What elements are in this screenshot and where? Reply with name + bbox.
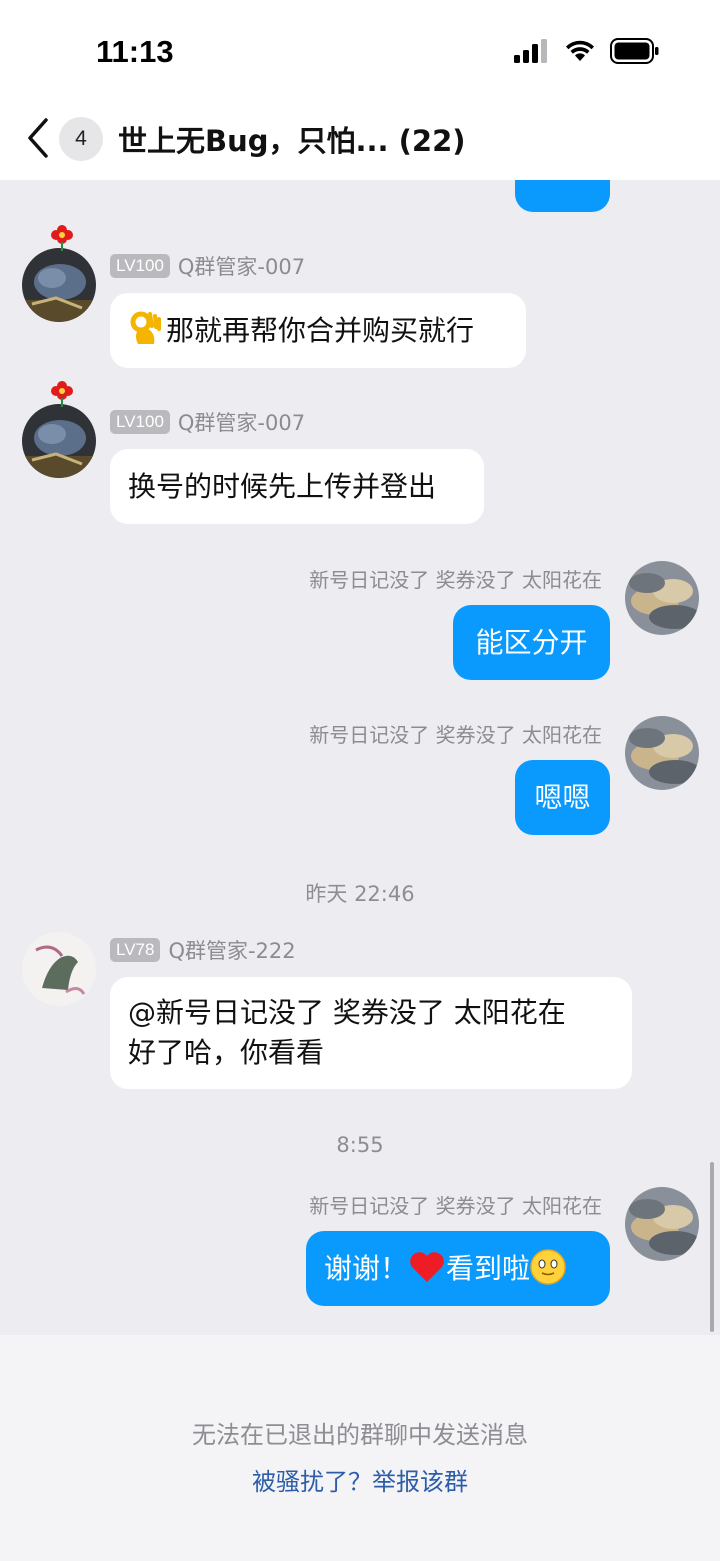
message-list[interactable]: 对的 LV100 Q群管家-007 那就再帮你合并购买就行	[0, 180, 720, 1335]
sender-name[interactable]: Q群管家-007	[178, 251, 305, 281]
message-bubble-out[interactable]: 嗯嗯	[515, 760, 610, 835]
my-avatar[interactable]	[625, 716, 699, 790]
smile-emoji-icon	[530, 1249, 566, 1285]
sender-info: LV100 Q群管家-007	[110, 251, 305, 281]
level-badge: LV100	[110, 410, 170, 434]
cannot-send-notice: 无法在已退出的群聊中发送消息	[192, 1421, 528, 1449]
message-text: 谢谢！	[324, 1252, 409, 1285]
signal-icon	[514, 39, 547, 63]
message-text-line: 好了哈，你看看	[128, 1036, 325, 1069]
my-avatar[interactable]	[625, 1187, 699, 1261]
message-text: 能区分开	[475, 626, 588, 659]
message-bubble-out[interactable]: 对的	[515, 180, 610, 212]
my-avatar[interactable]	[625, 561, 699, 635]
back-chevron-icon[interactable]	[22, 116, 52, 160]
flower-decoration-icon	[51, 225, 73, 251]
sender-name[interactable]: Q群管家-007	[178, 407, 305, 437]
scrollbar[interactable]	[710, 1162, 714, 1332]
message-text-line: @新号日记没了 奖券没了 太阳花在	[128, 996, 566, 1029]
message-text: 那就再帮你合并购买就行	[166, 314, 475, 347]
my-sender-name: 新号日记没了 奖券没了 太阳花在	[309, 723, 602, 747]
timestamp-separator: 昨天 22:46	[305, 882, 415, 906]
message-bubble-out[interactable]: 谢谢！ 看到啦	[306, 1231, 610, 1306]
avatar[interactable]	[22, 404, 96, 478]
heart-emoji-icon	[410, 1252, 444, 1282]
message-text: 对的	[534, 180, 590, 184]
message-bubble-in[interactable]: 换号的时候先上传并登出	[110, 449, 484, 524]
sender-info: LV78 Q群管家-222	[110, 935, 296, 965]
my-sender-name: 新号日记没了 奖券没了 太阳花在	[309, 1194, 602, 1218]
message-bubble-in[interactable]: @新号日记没了 奖券没了 太阳花在 好了哈，你看看	[110, 977, 632, 1089]
sender-name[interactable]: Q群管家-222	[168, 935, 295, 965]
status-icons	[514, 38, 660, 64]
flower-decoration-icon	[51, 381, 73, 407]
timestamp-separator: 8:55	[336, 1133, 384, 1157]
sender-info: LV100 Q群管家-007	[110, 407, 305, 437]
avatar[interactable]	[22, 932, 96, 1006]
unread-count-badge[interactable]: 4	[59, 117, 103, 161]
message-bubble-out[interactable]: 能区分开	[453, 605, 610, 680]
status-time: 11:13	[96, 34, 174, 69]
avatar[interactable]	[22, 248, 96, 322]
status-bar: 11:13	[0, 0, 720, 100]
message-text: 换号的时候先上传并登出	[128, 470, 437, 503]
report-group-link[interactable]: 被骚扰了？举报该群	[0, 1462, 720, 1497]
ok-hand-emoji-icon	[130, 311, 161, 344]
message-bubble-in[interactable]: 那就再帮你合并购买就行	[110, 293, 526, 368]
message-text: 看到啦	[446, 1252, 531, 1285]
level-badge: LV100	[110, 254, 170, 278]
battery-icon	[610, 38, 659, 64]
level-badge: LV78	[110, 938, 161, 962]
group-title[interactable]: 世上无Bug，只怕... (22)	[118, 118, 466, 160]
wifi-icon	[566, 40, 594, 61]
message-text: 嗯嗯	[534, 781, 591, 814]
my-sender-name: 新号日记没了 奖券没了 太阳花在	[309, 568, 602, 592]
